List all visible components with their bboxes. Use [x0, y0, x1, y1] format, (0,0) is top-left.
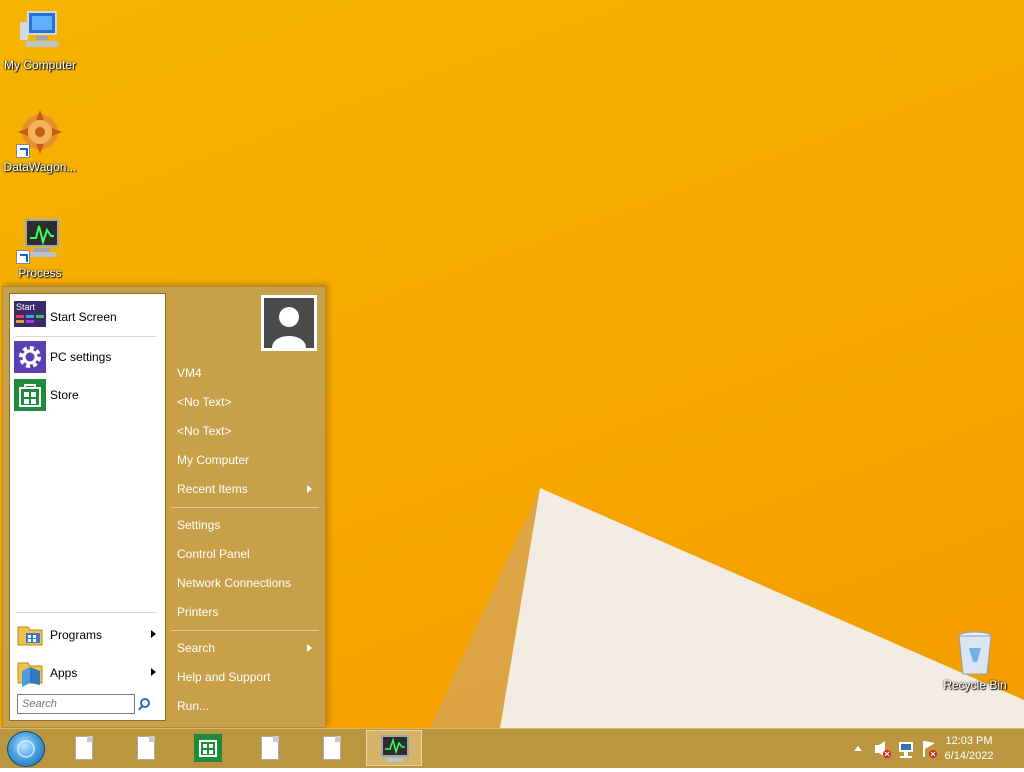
document-icon: [323, 736, 341, 760]
datawagon-icon: [16, 110, 64, 158]
chevron-right-icon: [307, 485, 312, 493]
separator: [171, 507, 319, 508]
taskbar-button-store[interactable]: [180, 730, 236, 766]
clock-time: 12:03 PM: [945, 735, 993, 747]
datawagon-desktop-icon[interactable]: DataWagon...: [0, 110, 80, 174]
programs-icon: [14, 619, 46, 651]
programs-label: Programs: [50, 628, 103, 642]
start-menu-left-pane: Start Start Screen PC settings Store Pro…: [9, 293, 166, 721]
document-icon: [137, 736, 155, 760]
desktop-icon-label: Process: [18, 266, 62, 280]
user-avatar[interactable]: [261, 295, 317, 351]
gear-icon: [14, 341, 46, 373]
taskbar-button-document[interactable]: [56, 730, 112, 766]
process-monitor-icon: [381, 735, 409, 762]
recycle-bin-icon: [951, 628, 999, 676]
search-item[interactable]: Search: [177, 641, 215, 655]
store-item[interactable]: Store: [14, 378, 160, 412]
store-icon: [14, 379, 46, 411]
chevron-right-icon: [151, 668, 156, 676]
my-computer-desktop-icon[interactable]: My Computer: [0, 8, 80, 72]
my-computer-item[interactable]: My Computer: [177, 453, 249, 467]
recent-items-item[interactable]: Recent Items: [177, 482, 248, 496]
search-input[interactable]: [17, 694, 135, 714]
windows-orb-icon: [17, 740, 35, 758]
desktop-icon-label: My Computer: [3, 58, 77, 72]
no-text-item-1[interactable]: <No Text>: [177, 395, 231, 409]
clock[interactable]: 12:03 PM 6/14/2022: [934, 734, 1004, 764]
document-icon: [75, 736, 93, 760]
separator: [16, 336, 156, 337]
taskbar-button-document[interactable]: [242, 730, 298, 766]
chevron-right-icon: [307, 644, 312, 652]
separator: [16, 612, 156, 613]
printers-item[interactable]: Printers: [177, 605, 218, 619]
store-label: Store: [50, 388, 79, 402]
chevron-right-icon: [151, 630, 156, 638]
computer-icon: [16, 8, 64, 56]
desktop-icon-label: DataWagon...: [3, 160, 77, 174]
settings-item[interactable]: Settings: [177, 518, 220, 532]
programs-item[interactable]: Programs: [14, 618, 160, 652]
run-item[interactable]: Run...: [177, 699, 209, 713]
apps-item[interactable]: Apps: [14, 656, 160, 690]
no-text-item-2[interactable]: <No Text>: [177, 424, 231, 438]
recycle-bin-desktop-icon[interactable]: Recycle Bin: [935, 628, 1015, 692]
search-icon[interactable]: [140, 698, 150, 708]
start-screen-icon: Start: [14, 301, 46, 333]
network-icon[interactable]: [899, 742, 913, 758]
taskbar-button-document[interactable]: [118, 730, 174, 766]
store-icon: [194, 734, 222, 762]
document-icon: [261, 736, 279, 760]
start-menu: Start Start Screen PC settings Store Pro…: [2, 286, 326, 728]
process-desktop-icon[interactable]: Process: [0, 216, 80, 280]
user-name-item[interactable]: VM4: [177, 366, 202, 380]
start-screen-label: Start Screen: [50, 310, 117, 324]
taskbar-button-process-monitor[interactable]: [366, 730, 422, 766]
separator: [171, 630, 319, 631]
start-screen-item[interactable]: Start Start Screen: [14, 300, 160, 334]
shortcut-arrow-icon: [16, 144, 30, 158]
control-panel-item[interactable]: Control Panel: [177, 547, 250, 561]
help-and-support-item[interactable]: Help and Support: [177, 670, 270, 684]
start-button[interactable]: [7, 731, 45, 767]
pc-settings-item[interactable]: PC settings: [14, 340, 160, 374]
process-monitor-icon: [16, 216, 64, 264]
taskbar-button-document[interactable]: [304, 730, 360, 766]
clock-date: 6/14/2022: [944, 750, 994, 762]
apps-icon: [14, 657, 46, 689]
svg-text:Start: Start: [16, 302, 36, 312]
pc-settings-label: PC settings: [50, 350, 112, 364]
network-connections-item[interactable]: Network Connections: [177, 576, 291, 590]
desktop-icon-label: Recycle Bin: [943, 678, 1007, 692]
show-hidden-icons-icon[interactable]: [854, 746, 862, 751]
shortcut-arrow-icon: [16, 250, 30, 264]
taskbar: 12:03 PM 6/14/2022: [0, 728, 1024, 768]
user-icon: [264, 298, 314, 348]
apps-label: Apps: [50, 666, 78, 680]
system-tray: [850, 729, 940, 769]
speaker-muted-icon[interactable]: [875, 741, 891, 758]
